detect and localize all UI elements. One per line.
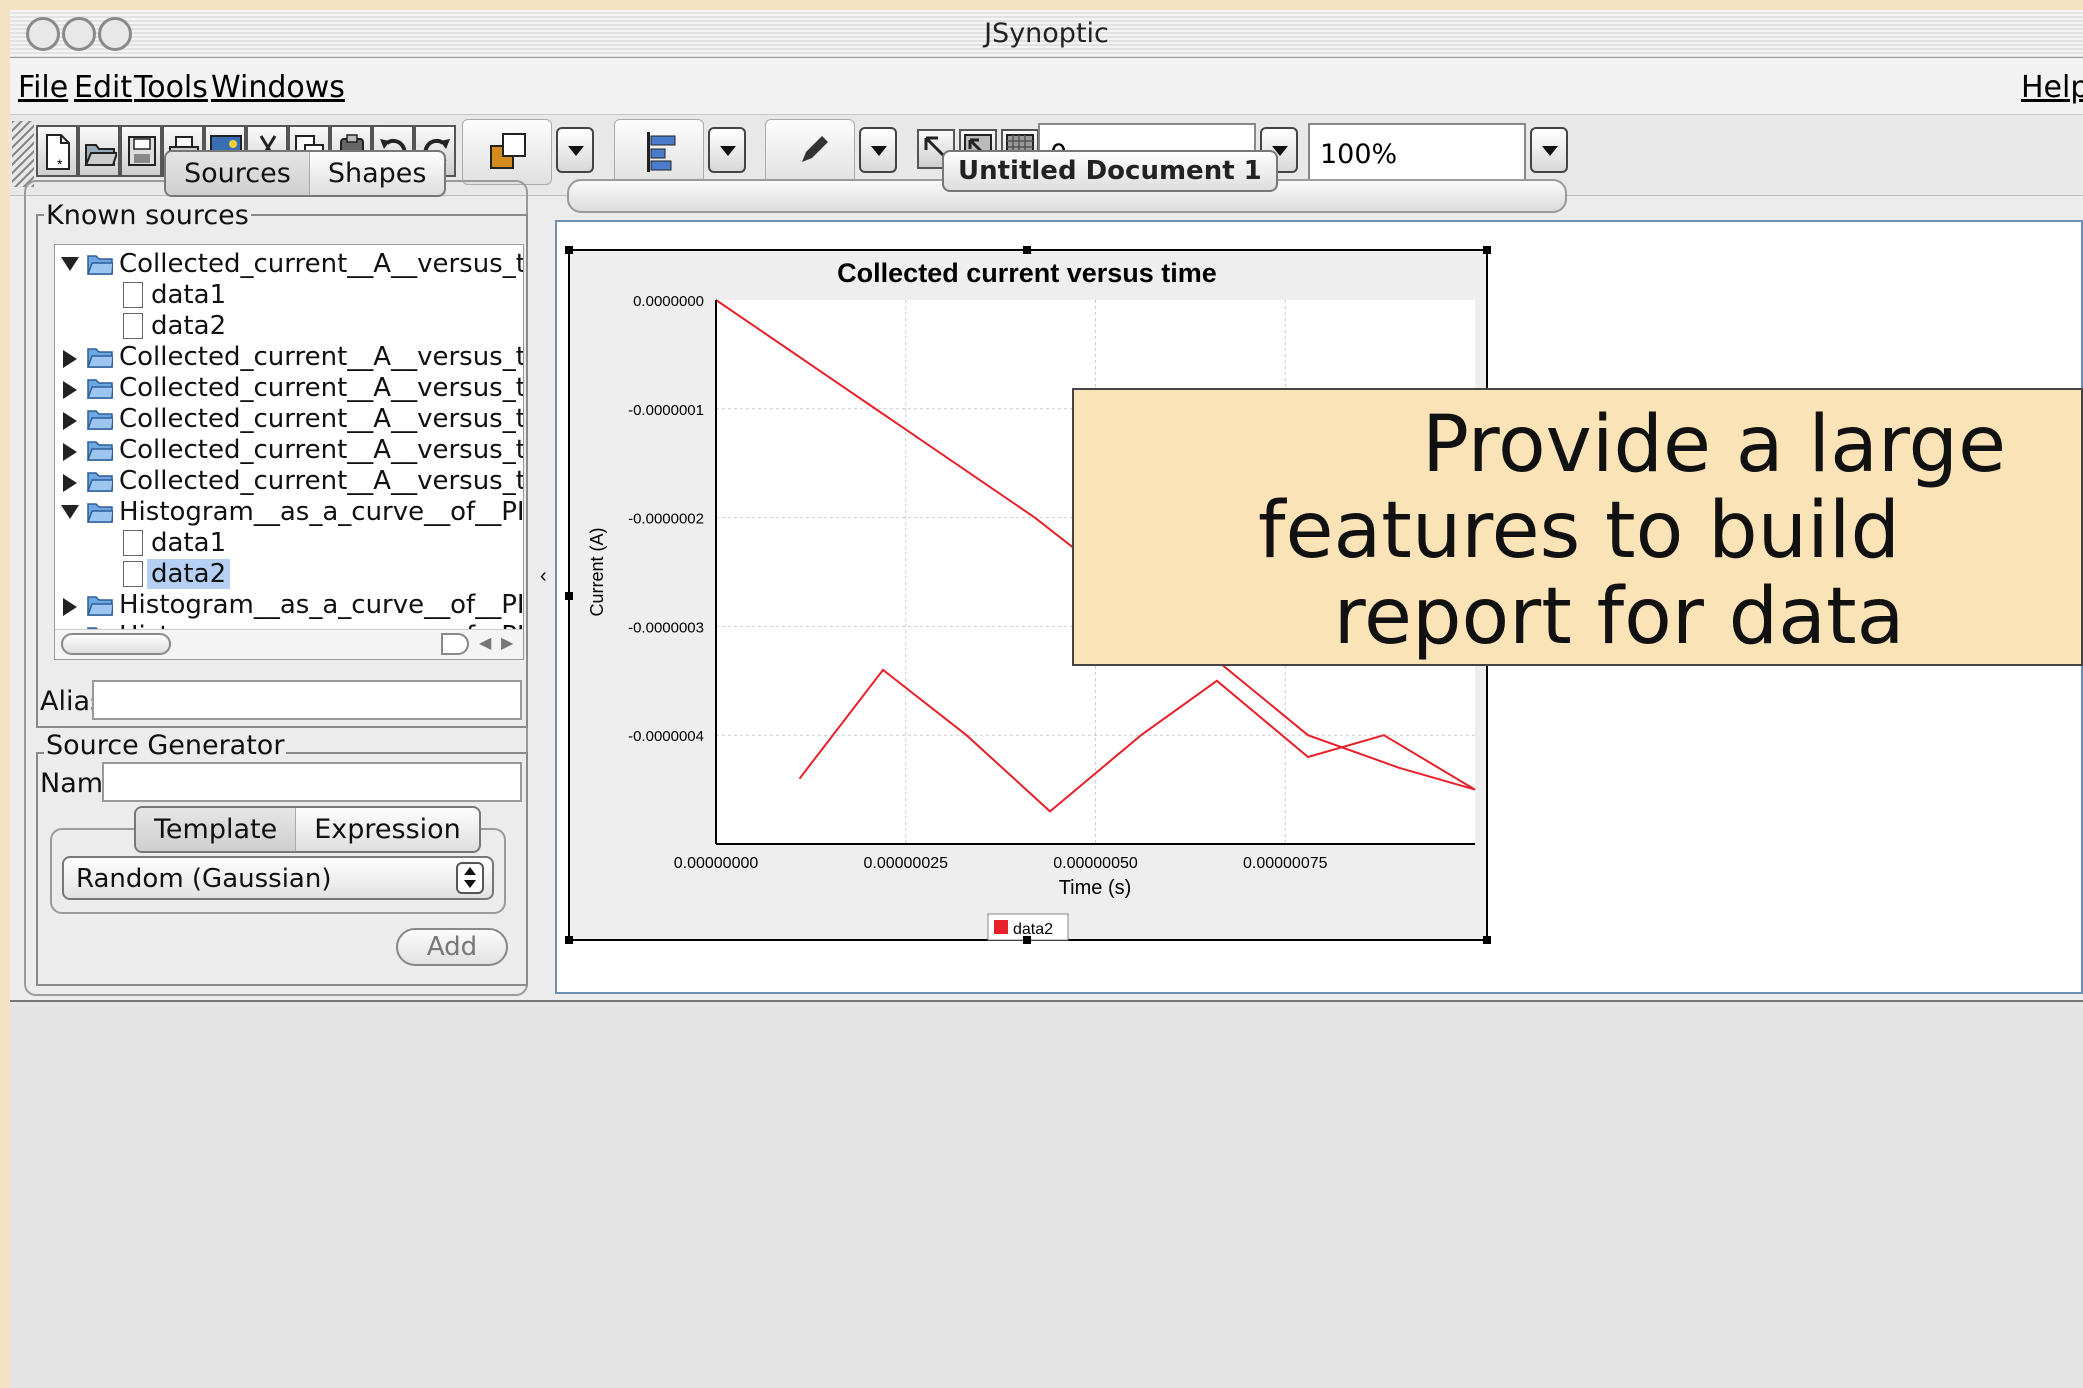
folder-icon	[87, 596, 113, 616]
tab-shapes[interactable]: Shapes	[308, 152, 445, 195]
collapsed-triangle-icon[interactable]	[63, 412, 77, 430]
x-tick-label: 0.00000075	[1243, 855, 1328, 872]
window-title: JSynoptic	[984, 18, 1109, 49]
generator-name-input[interactable]	[102, 762, 522, 802]
y-tick-label: -0.0000001	[628, 402, 704, 419]
layer-order-dropdown[interactable]	[556, 127, 594, 173]
layer-order-button[interactable]	[462, 119, 552, 185]
status-bar	[10, 1000, 2083, 1388]
tree-row-label: data2	[147, 559, 231, 589]
scroll-thumb-end	[441, 633, 469, 655]
splitter-handle[interactable]: ‹	[540, 565, 547, 588]
x-axis-label: Time (s)	[1059, 877, 1132, 899]
menu-windows[interactable]: Windows	[211, 70, 345, 105]
tree-row-label: Collected_current__A__versus_time__s_	[119, 466, 523, 496]
x-tick-label: 0.00000050	[1053, 855, 1138, 872]
menu-help[interactable]: Help	[2021, 70, 2083, 105]
menu-tools[interactable]: Tools	[134, 70, 208, 105]
collapsed-triangle-icon[interactable]	[63, 598, 77, 616]
select-arrows-icon	[456, 862, 484, 894]
folder-icon	[87, 379, 113, 399]
y-tick-label: -0.0000004	[628, 728, 704, 745]
file-icon	[123, 282, 143, 308]
callout-text: Provide a large features to build report…	[1074, 400, 2081, 662]
known-sources-title: Known sources	[44, 200, 251, 231]
menu-file[interactable]: File	[18, 70, 68, 105]
folder-icon	[87, 255, 113, 275]
folder-icon	[87, 348, 113, 368]
align-dropdown[interactable]	[708, 127, 746, 173]
folder-icon	[87, 503, 113, 523]
toolbar-grip[interactable]	[12, 121, 34, 187]
save-icon[interactable]	[120, 125, 162, 177]
application-window: JSynoptic File Edit Tools Windows Help *	[10, 10, 2083, 1388]
svg-text:*: *	[57, 156, 63, 171]
sources-tree[interactable]: Collected_current__A__versus_time__s_dat…	[54, 244, 524, 660]
tree-row-label: data1	[151, 528, 227, 558]
tree-horizontal-scroll-thumb[interactable]	[61, 633, 171, 655]
tree-row-label: Histogram__as_a_curve__of__PICVolDist	[119, 497, 524, 527]
generator-tabs: Template Expression	[134, 806, 481, 853]
folder-icon	[87, 441, 113, 461]
template-select-value: Random (Gaussian)	[76, 864, 332, 894]
tree-row-label: data2	[151, 311, 227, 341]
y-tick-label: -0.0000003	[628, 619, 704, 636]
collapsed-triangle-icon[interactable]	[63, 443, 77, 461]
y-tick-label: 0.0000000	[633, 293, 704, 310]
scroll-left-icon[interactable]: ◀	[479, 633, 491, 653]
expanded-triangle-icon[interactable]	[61, 505, 79, 519]
legend-label: data2	[1013, 921, 1053, 938]
x-tick-label: 0.00000000	[674, 855, 759, 872]
zoom-dropdown[interactable]	[1530, 127, 1568, 173]
tree-row-label: data1	[151, 280, 227, 310]
tree-row-label: Collected_current__A__versus_time__s_	[119, 373, 523, 403]
expanded-triangle-icon[interactable]	[61, 257, 79, 271]
collapsed-triangle-icon[interactable]	[63, 474, 77, 492]
callout-line-3: report for data	[1333, 572, 1905, 662]
title-bar: JSynoptic	[10, 10, 2083, 58]
tab-expression[interactable]: Expression	[295, 808, 479, 851]
collapsed-triangle-icon[interactable]	[63, 350, 77, 368]
y-axis-label: Current (A)	[587, 527, 607, 616]
tree-row-label: Histogram__as_a_curve__of__PICVolDist	[119, 590, 524, 620]
new-document-icon[interactable]: *	[36, 125, 78, 177]
legend-swatch	[994, 920, 1008, 934]
open-folder-icon[interactable]	[78, 125, 120, 177]
y-tick-label: -0.0000002	[628, 511, 704, 528]
file-icon	[123, 313, 143, 339]
template-select[interactable]: Random (Gaussian)	[62, 856, 494, 900]
callout-line-1: Provide a large	[1421, 400, 2007, 490]
source-generator-title: Source Generator	[44, 730, 287, 761]
chart-title: Collected current versus time	[837, 258, 1217, 288]
callout-box: Provide a large features to build report…	[1072, 388, 2083, 666]
folder-icon	[87, 410, 113, 430]
tree-row-label: Collected_current__A__versus_time__s_	[119, 249, 523, 279]
pen-button[interactable]	[765, 119, 855, 185]
align-button[interactable]	[614, 119, 704, 185]
zoom-input[interactable]: 100%	[1308, 123, 1526, 183]
pen-dropdown[interactable]	[859, 127, 897, 173]
tab-sources[interactable]: Sources	[166, 152, 309, 195]
callout-line-2: features to build	[1258, 486, 1900, 576]
menu-bar: File Edit Tools Windows Help	[10, 58, 2083, 115]
file-icon	[123, 561, 143, 587]
tree-horizontal-scrollbar[interactable]: ◀ ▶	[55, 629, 523, 659]
file-icon	[123, 530, 143, 556]
alias-input[interactable]	[92, 680, 522, 720]
tree-row-label: Collected_current__A__versus_time__s_	[119, 342, 523, 372]
scroll-right-icon[interactable]: ▶	[501, 633, 513, 653]
folder-icon	[87, 472, 113, 492]
menu-edit[interactable]: Edit	[74, 70, 132, 105]
tab-untitled-document[interactable]: Untitled Document 1	[942, 150, 1278, 192]
tab-template[interactable]: Template	[136, 808, 296, 851]
left-panel-tabs: Sources Shapes	[164, 150, 447, 197]
collapsed-triangle-icon[interactable]	[63, 381, 77, 399]
x-tick-label: 0.00000025	[863, 855, 948, 872]
add-button[interactable]: Add	[396, 928, 508, 966]
tree-row-label: Collected_current__A__versus_time__s_	[119, 435, 523, 465]
tree-row-label: Collected_current__A__versus_time__s_	[119, 404, 523, 434]
